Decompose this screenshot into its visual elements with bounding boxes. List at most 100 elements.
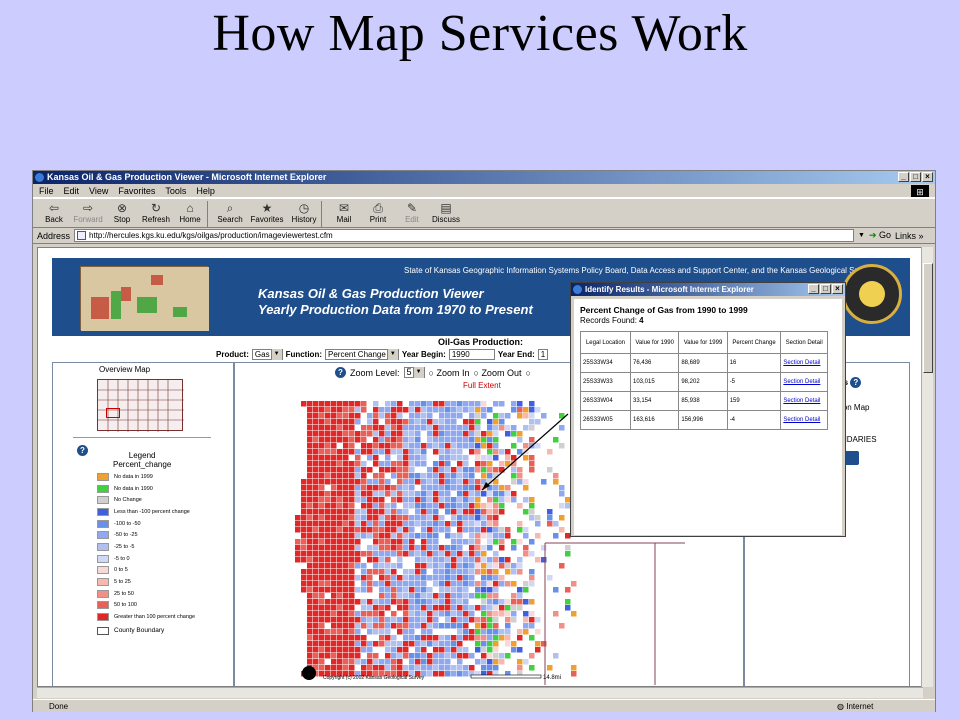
edit-button[interactable]: ✎ Edit xyxy=(395,199,429,224)
section-detail-link[interactable]: Section Detail xyxy=(783,360,820,366)
year-end-input[interactable]: 1 xyxy=(537,349,548,360)
county-boundary-label: County Boundary xyxy=(114,627,165,635)
menu-view[interactable]: View xyxy=(89,184,108,197)
legend-item: No data in 1999 xyxy=(97,471,195,483)
menu-bar: File Edit View Favorites Tools Help ⊞ xyxy=(33,184,935,198)
left-panel: Overview Map ? Legend Percent_change No … xyxy=(52,362,234,686)
zoom-help-icon[interactable]: ? xyxy=(335,367,346,378)
production-label: Oil-Gas Production: xyxy=(438,337,524,347)
legend-label: Less than -100 percent change xyxy=(114,508,190,515)
browser-titlebar: Kansas Oil & Gas Production Viewer - Mic… xyxy=(33,171,935,184)
legend-help-icon[interactable]: ? xyxy=(77,445,88,456)
legend-item: 50 to 100 xyxy=(97,600,195,612)
overview-map-title: Overview Map xyxy=(99,365,151,374)
results-heading: Percent Change of Gas from 1990 to 1999 xyxy=(580,305,748,315)
popup-close-button[interactable]: × xyxy=(832,284,843,294)
legend-label: 0 to 5 xyxy=(114,567,128,574)
legend-swatch xyxy=(97,566,109,575)
edit-icon: ✎ xyxy=(406,201,418,215)
legend-label: -5 to 0 xyxy=(114,555,130,562)
legend-swatch xyxy=(97,589,109,598)
home-button[interactable]: ⌂ Home xyxy=(173,199,207,224)
function-select[interactable]: Percent Change xyxy=(325,349,399,360)
zoom-out-radio[interactable]: ○ Zoom Out xyxy=(474,368,522,378)
legend-label: No data in 1990 xyxy=(114,485,153,492)
stop-button[interactable]: ⊗ Stop xyxy=(105,199,139,224)
scroll-thumb[interactable] xyxy=(923,263,933,373)
menu-help[interactable]: Help xyxy=(196,184,215,197)
county-boundary-swatch xyxy=(97,626,109,635)
section-detail-link[interactable]: Section Detail xyxy=(783,379,820,385)
legend-label: 25 to 50 xyxy=(114,590,134,597)
legend-swatch xyxy=(97,613,109,622)
legend-swatch xyxy=(97,578,109,587)
year-end-label: Year End: xyxy=(497,350,535,359)
col-header-location: Legal Location xyxy=(580,331,631,354)
links-button[interactable]: Links » xyxy=(895,231,924,241)
legend-label: -100 to -50 xyxy=(114,520,141,527)
legend-label: 50 to 100 xyxy=(114,602,137,609)
menu-file[interactable]: File xyxy=(39,184,54,197)
legend-swatch xyxy=(97,531,109,540)
layers-help-icon[interactable]: ? xyxy=(850,377,862,388)
zoom-in-radio[interactable]: ○ Zoom In xyxy=(429,368,470,378)
legend-label: 5 to 25 xyxy=(114,579,131,586)
back-button[interactable]: ⇦ Back xyxy=(37,199,71,224)
maximize-button[interactable]: □ xyxy=(910,172,921,182)
full-extent-link[interactable]: Full Extent xyxy=(463,381,501,390)
zoom-level-select[interactable]: 5 xyxy=(403,367,425,378)
legend-label: No data in 1999 xyxy=(114,473,153,480)
go-arrow-icon: ➔ xyxy=(868,230,877,240)
toolbar: ⇦ Back ⇨ Forward ⊗ Stop ↻ Refresh ⌂ Home ⌕ Sea… xyxy=(33,198,935,228)
legend-header: Legend Percent_change xyxy=(113,451,171,469)
forward-button[interactable]: ⇨ Forward xyxy=(71,199,105,224)
discuss-button[interactable]: ▤ Discuss xyxy=(429,199,463,224)
popup-minimize-button[interactable]: _ xyxy=(808,284,819,294)
search-button[interactable]: ⌕ Search xyxy=(213,199,247,224)
horizontal-scrollbar[interactable] xyxy=(37,687,923,698)
legend-swatch xyxy=(97,472,109,481)
product-select[interactable]: Gas xyxy=(251,349,283,360)
legend-item: No data in 1990 xyxy=(97,483,195,495)
minimize-button[interactable]: _ xyxy=(898,172,909,182)
vertical-scrollbar[interactable] xyxy=(921,247,933,687)
zone-indicator: ◍ Internet xyxy=(837,702,874,711)
go-button[interactable]: ➔ Go xyxy=(869,230,891,241)
refresh-button[interactable]: ↻ Refresh xyxy=(139,199,173,224)
section-detail-link[interactable]: Section Detail xyxy=(783,417,820,423)
mail-button[interactable]: ✉ Mail xyxy=(327,199,361,224)
north-arrow-icon xyxy=(302,666,316,680)
menu-tools[interactable]: Tools xyxy=(165,184,186,197)
favorites-button[interactable]: ★ Favorites xyxy=(247,199,287,224)
popup-maximize-button[interactable]: □ xyxy=(820,284,831,294)
history-button[interactable]: ◷ History xyxy=(287,199,321,224)
menu-edit[interactable]: Edit xyxy=(64,184,80,197)
discuss-icon: ▤ xyxy=(440,201,452,215)
window-title: Kansas Oil & Gas Production Viewer - Mic… xyxy=(47,172,327,182)
zoom-level-label: Zoom Level: xyxy=(350,367,400,378)
address-input[interactable]: http://hercules.kgs.ku.edu/kgs/oilgas/pr… xyxy=(74,229,855,242)
table-row: 25S33W34 76,436 88,689 16 Section Detail xyxy=(580,353,828,373)
legend-label: No Change xyxy=(114,497,142,504)
year-begin-input[interactable]: 1990 xyxy=(448,349,495,360)
favorites-icon: ★ xyxy=(261,201,273,215)
col-header-detail: Section Detail xyxy=(780,331,828,354)
legend-item: -100 to -50 xyxy=(97,518,195,530)
close-button[interactable]: × xyxy=(922,172,933,182)
menu-favorites[interactable]: Favorites xyxy=(118,184,155,197)
col-header-pct: Percent Change xyxy=(726,331,782,354)
identify-radio[interactable]: ○ xyxy=(525,368,530,378)
page-icon xyxy=(77,231,87,240)
kansas-map-logo xyxy=(80,266,209,331)
browser-window: Kansas Oil & Gas Production Viewer - Mic… xyxy=(32,170,936,712)
section-detail-link[interactable]: Section Detail xyxy=(783,398,820,404)
legend-item: 5 to 25 xyxy=(97,576,195,588)
legend-label: -25 to -5 xyxy=(114,543,135,550)
back-arrow-icon: ⇦ xyxy=(48,201,60,215)
refresh-icon: ↻ xyxy=(150,201,162,215)
overview-map[interactable] xyxy=(97,379,184,432)
address-dropdown-icon[interactable]: ▼ xyxy=(858,232,865,239)
legend-swatch xyxy=(97,484,109,493)
print-button[interactable]: ⎙ Print xyxy=(361,199,395,224)
divider xyxy=(73,437,211,438)
